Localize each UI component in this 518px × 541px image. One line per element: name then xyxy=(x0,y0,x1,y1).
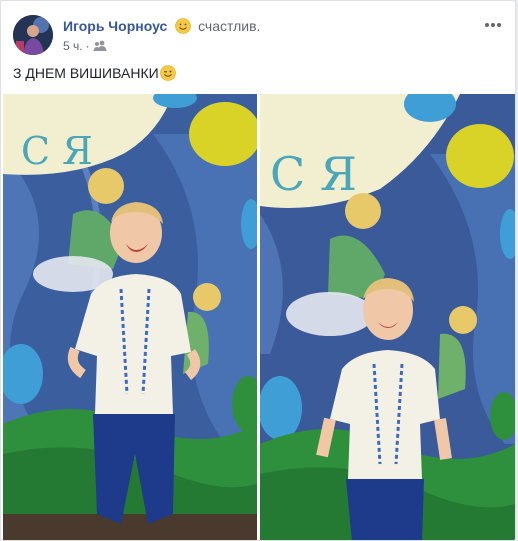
post-time[interactable]: 5 ч. xyxy=(63,39,83,53)
photo-2[interactable]: С Я xyxy=(260,94,515,540)
photo-2-image: С Я xyxy=(260,94,515,540)
winking-face-icon xyxy=(159,65,176,81)
avatar[interactable] xyxy=(13,15,53,55)
author-name[interactable]: Игорь Чорноус xyxy=(63,18,167,34)
post-text-content: З ДНЕМ ВИШИВАНКИ xyxy=(13,65,159,81)
photo-1-banner-text: С Я xyxy=(21,129,93,173)
photo-1-image: С Я xyxy=(3,94,257,540)
smiling-face-icon xyxy=(175,18,191,34)
photo-2-banner-text: С Я xyxy=(270,147,357,201)
post-meta: 5 ч. · xyxy=(63,39,107,53)
avatar-image xyxy=(13,15,53,55)
friends-icon[interactable] xyxy=(93,40,107,51)
post-header: Игорь Чорноус счастлив. 5 ч. · xyxy=(13,13,503,55)
photo-1[interactable]: С Я xyxy=(3,94,257,540)
meta-separator: · xyxy=(85,39,90,53)
photo-grid: С Я С Я xyxy=(1,94,515,540)
more-options-button[interactable] xyxy=(483,17,503,33)
feeling-text: счастлив. xyxy=(198,18,261,34)
name-line: Игорь Чорноус счастлив. xyxy=(63,18,260,34)
more-options-icon xyxy=(485,23,501,27)
post-text: З ДНЕМ ВИШИВАНКИ xyxy=(13,65,179,81)
post-card: Игорь Чорноус счастлив. 5 ч. · З ДНЕМ ВИ… xyxy=(0,0,516,541)
